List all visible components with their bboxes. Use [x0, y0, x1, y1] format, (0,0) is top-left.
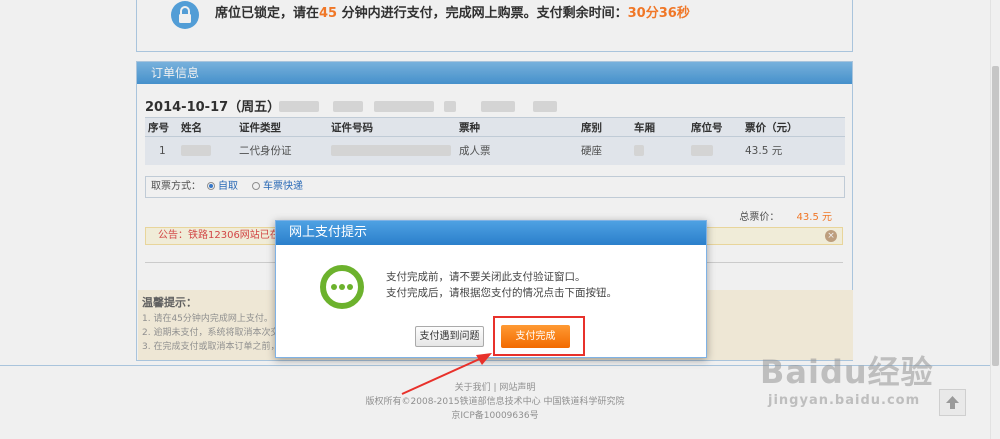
watermark-url: jingyan.baidu.com — [768, 393, 921, 408]
baidu-watermark: Baidu经验 jingyan.baidu.com — [760, 347, 934, 408]
arrow-up-icon — [946, 396, 959, 409]
dialog-line-2: 支付完成后，请根据您支付的情况点击下面按钮。 — [386, 287, 617, 299]
more-dots-icon — [320, 265, 364, 309]
back-to-top-button[interactable] — [939, 389, 966, 416]
vertical-scrollbar[interactable] — [990, 0, 1000, 439]
highlight-annotation — [493, 316, 585, 356]
dialog-message: 支付完成前，请不要关闭此支付验证窗口。 支付完成后，请根据您支付的情况点击下面按… — [386, 269, 617, 301]
watermark-main: Baidu经验 — [760, 353, 934, 391]
dialog-title: 网上支付提示 — [276, 221, 706, 245]
payment-problem-button[interactable]: 支付遇到问题 — [415, 326, 484, 347]
dialog-line-1: 支付完成前，请不要关闭此支付验证窗口。 — [386, 271, 586, 283]
scrollbar-thumb[interactable] — [992, 66, 999, 366]
arrow-icon — [401, 353, 492, 395]
payment-dialog: 网上支付提示 支付完成前，请不要关闭此支付验证窗口。 支付完成后，请根据您支付的… — [275, 220, 707, 358]
